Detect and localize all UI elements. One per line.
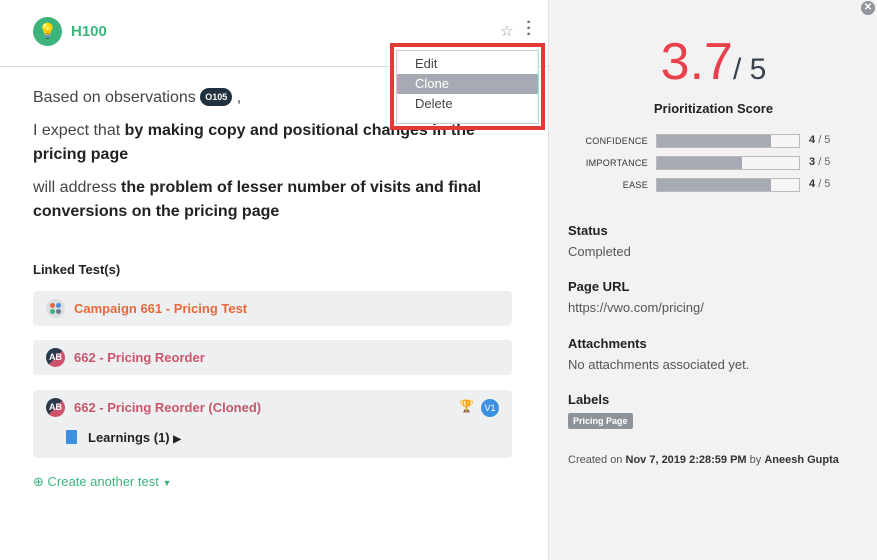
text: Created on: [568, 454, 623, 466]
text: ,: [236, 89, 242, 106]
lightbulb-icon: 💡: [33, 17, 62, 46]
status-value: Completed: [568, 244, 631, 259]
create-test-button[interactable]: ⊕ Create another test ▼: [33, 474, 171, 490]
value: 4: [809, 134, 816, 146]
label-tag[interactable]: Pricing Page: [568, 413, 633, 429]
menu-item-edit[interactable]: Edit: [397, 54, 538, 74]
labels-label: Labels: [568, 392, 610, 407]
score-title: Prioritization Score: [653, 101, 774, 116]
metric-label: EASE: [622, 180, 648, 190]
caret-right-icon: ▶: [173, 434, 181, 445]
ab-test-icon: AB: [46, 348, 65, 367]
url-value[interactable]: https://vwo.com/pricing/: [568, 300, 704, 315]
status-label: Status: [568, 223, 608, 238]
metric-bar: [656, 156, 800, 170]
plus-circle-icon: ⊕: [33, 474, 44, 489]
test-name[interactable]: Campaign 661 - Pricing Test: [74, 301, 247, 316]
options-menu: Edit Clone Delete: [396, 50, 539, 124]
campaign-icon: [46, 299, 65, 318]
problem-line: will address the problem of lesser numbe…: [33, 176, 493, 224]
variation-badge: V1: [481, 399, 499, 417]
test-name[interactable]: 662 - Pricing Reorder (Cloned): [74, 400, 261, 415]
max: / 5: [818, 134, 831, 146]
ab-test-icon: AB: [46, 398, 65, 417]
hypothesis-panel: 💡 H100 ☆ · · · Based on observations O105 …: [0, 0, 548, 560]
observation-badge[interactable]: O105: [200, 88, 233, 106]
score-value: 3.7/ 5: [549, 32, 877, 92]
score-max: / 5: [732, 53, 767, 86]
test-name[interactable]: 662 - Pricing Reorder: [74, 350, 205, 365]
metric-label: CONFIDENCE: [585, 136, 648, 146]
trophy-icon: 🏆: [459, 399, 474, 413]
learnings-toggle[interactable]: Learnings (1) ▶: [88, 430, 181, 445]
attachments-label: Attachments: [568, 336, 647, 351]
menu-item-clone[interactable]: Clone: [397, 74, 538, 94]
created-date: Nov 7, 2019 2:28:59 PM: [625, 454, 747, 466]
linked-test-card[interactable]: AB 662 - Pricing Reorder: [33, 340, 512, 375]
metric-ease: EASE 4 / 5: [549, 177, 877, 193]
metric-fill: [657, 135, 771, 147]
close-icon[interactable]: ✕: [861, 1, 875, 15]
metric-fill: [657, 157, 743, 169]
text: I expect that: [33, 122, 121, 139]
text: Based on observations: [33, 89, 196, 106]
metric-confidence: CONFIDENCE 4 / 5: [549, 133, 877, 149]
url-label: Page URL: [568, 279, 630, 294]
linked-test-card[interactable]: Campaign 661 - Pricing Test: [33, 291, 512, 326]
score-sidebar: 3.7/ 5 Prioritization Score CONFIDENCE 4…: [548, 0, 877, 560]
metric-fill: [657, 179, 771, 191]
metric-value: 4 / 5: [809, 178, 830, 190]
author: Aneesh Gupta: [764, 454, 839, 466]
max: / 5: [818, 178, 831, 190]
metric-label: IMPORTANCE: [585, 158, 648, 168]
more-options-icon[interactable]: · · ·: [525, 15, 533, 43]
score: 3.7: [660, 33, 733, 91]
metric-importance: IMPORTANCE 3 / 5: [549, 155, 877, 171]
value: 4: [809, 178, 816, 190]
linked-tests-title: Linked Test(s): [33, 262, 121, 277]
text: will address: [33, 179, 117, 196]
caret-down-icon: ▼: [162, 478, 172, 488]
attachments-value: No attachments associated yet.: [568, 357, 750, 372]
star-icon[interactable]: ☆: [500, 22, 513, 40]
metric-value: 4 / 5: [809, 134, 830, 146]
value: 3: [809, 156, 816, 168]
metric-bar: [656, 178, 800, 192]
menu-item-delete[interactable]: Delete: [397, 94, 538, 114]
metric-value: 3 / 5: [809, 156, 830, 168]
metric-bar: [656, 134, 800, 148]
book-icon: [66, 430, 77, 444]
text: by: [749, 454, 762, 466]
hypothesis-id: H100: [71, 23, 107, 40]
create-label: Create another test: [47, 474, 159, 489]
linked-test-card[interactable]: AB 662 - Pricing Reorder (Cloned) 🏆 V1 L…: [33, 390, 512, 458]
max: / 5: [818, 156, 831, 168]
learnings-label: Learnings (1): [88, 430, 170, 445]
created-info: Created on Nov 7, 2019 2:28:59 PM by Ane…: [568, 454, 839, 466]
